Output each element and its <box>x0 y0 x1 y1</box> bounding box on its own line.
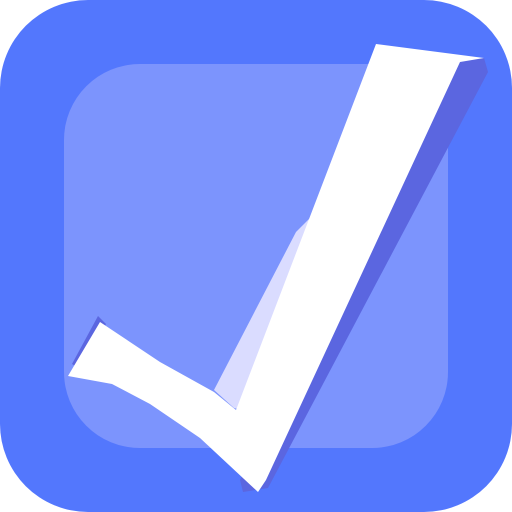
checkmark-icon-graphic <box>0 0 512 512</box>
checkmark-app-icon <box>0 0 512 512</box>
